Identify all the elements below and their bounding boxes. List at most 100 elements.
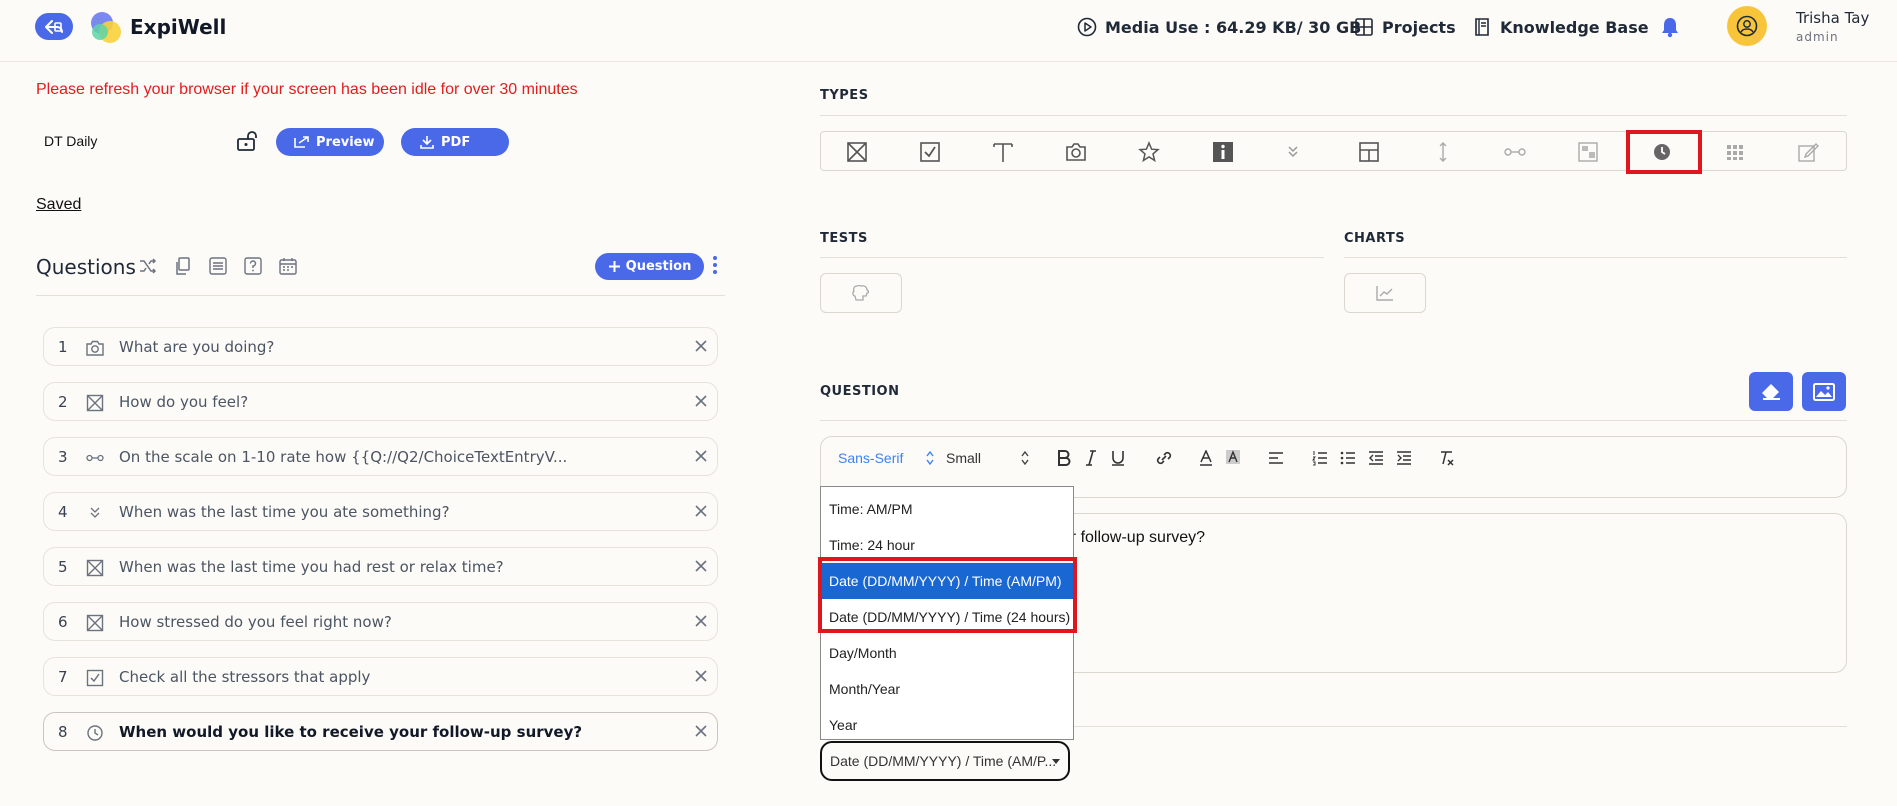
image-icon	[1813, 382, 1835, 401]
insert-image-button[interactable]	[1802, 372, 1846, 411]
checkbox-type-icon[interactable]	[919, 141, 941, 163]
multiple-choice-icon	[86, 559, 104, 577]
grid-icon	[1355, 18, 1373, 36]
delete-question-icon[interactable]	[695, 505, 707, 517]
question-row[interactable]: 8 When would you like to receive your fol…	[43, 712, 718, 751]
plus-icon	[608, 261, 620, 272]
text-type-icon[interactable]	[992, 141, 1014, 163]
delete-question-icon[interactable]	[695, 615, 707, 627]
questions-heading: Questions	[36, 255, 136, 279]
link-icon[interactable]	[1155, 450, 1173, 466]
indent-icon[interactable]	[1396, 450, 1412, 466]
multiple-choice-icon	[86, 394, 104, 412]
charts-divider	[1344, 257, 1847, 258]
checkbox-icon	[86, 669, 104, 687]
bell-icon[interactable]	[1659, 16, 1681, 38]
select-arrow-icon	[1052, 759, 1060, 764]
knowledge-base-link[interactable]: Knowledge Base	[1472, 17, 1649, 37]
unlock-icon[interactable]	[236, 130, 260, 152]
calendar-icon[interactable]	[279, 257, 297, 275]
dropdown-option[interactable]: Month/Year	[821, 671, 1073, 707]
underline-icon[interactable]	[1111, 450, 1125, 466]
edit-type-icon[interactable]	[1797, 141, 1819, 163]
chart-item-button[interactable]	[1344, 273, 1426, 313]
test-item-button[interactable]	[820, 273, 902, 313]
image-grid-type-icon[interactable]	[1577, 141, 1599, 163]
vertical-slider-type-icon[interactable]	[1437, 141, 1449, 163]
download-icon	[420, 136, 434, 149]
pdf-button[interactable]: PDF	[401, 128, 509, 156]
question-row[interactable]: 1 What are you doing?	[43, 327, 718, 366]
matrix-type-icon[interactable]	[1724, 141, 1746, 163]
question-text: When was the last time you had rest or r…	[119, 558, 504, 576]
question-row[interactable]: 2 How do you feel?	[43, 382, 718, 421]
avatar[interactable]	[1727, 6, 1767, 46]
clear-format-button[interactable]	[1749, 372, 1793, 411]
dropdown-option[interactable]: Year	[821, 707, 1073, 743]
list-icon[interactable]	[209, 257, 227, 275]
help-icon[interactable]	[244, 257, 262, 275]
font-size-select[interactable]: Small	[946, 450, 981, 466]
saved-status[interactable]: Saved	[36, 196, 81, 214]
ordered-list-icon[interactable]	[1312, 450, 1328, 466]
info-type-icon[interactable]	[1212, 141, 1234, 163]
delete-question-icon[interactable]	[695, 725, 707, 737]
font-select-arrows-icon	[926, 451, 934, 465]
line-chart-icon	[1376, 286, 1393, 301]
projects-label: Projects	[1382, 17, 1456, 37]
more-options-icon[interactable]	[711, 255, 719, 275]
multiple-choice-type-icon[interactable]	[846, 141, 868, 163]
types-divider	[820, 115, 1847, 116]
back-button[interactable]	[35, 13, 73, 40]
horizontal-slider-type-icon[interactable]	[1504, 145, 1526, 159]
top-header: ExpiWell Media Use : 64.29 KB/ 30 GB Pro…	[0, 0, 1897, 62]
question-row[interactable]: 7 Check all the stressors that apply	[43, 657, 718, 696]
dropdown-option[interactable]: Time: AM/PM	[821, 491, 1073, 527]
dropdown-type-icon[interactable]	[1285, 145, 1301, 159]
preview-button[interactable]: Preview	[276, 128, 384, 156]
bullet-list-icon[interactable]	[1340, 450, 1356, 466]
background-color-icon[interactable]	[1226, 450, 1240, 466]
add-question-label: Question	[625, 259, 692, 274]
font-family-select[interactable]: Sans-Serif	[838, 450, 903, 466]
delete-question-icon[interactable]	[695, 395, 707, 407]
delete-question-icon[interactable]	[695, 340, 707, 352]
question-number: 7	[58, 668, 68, 686]
question-row[interactable]: 4 When was the last time you ate somethin…	[43, 492, 718, 531]
question-row[interactable]: 5 When was the last time you had rest or …	[43, 547, 718, 586]
clock-icon	[86, 724, 104, 742]
brand-name: ExpiWell	[130, 15, 227, 39]
dropdown-option[interactable]: Day/Month	[821, 635, 1073, 671]
question-text: On the scale on 1-10 rate how {{Q://Q2/C…	[119, 448, 568, 466]
question-divider	[820, 420, 1847, 421]
question-number: 2	[58, 393, 68, 411]
shuffle-icon[interactable]	[139, 257, 157, 275]
add-question-button[interactable]: Question	[595, 253, 704, 280]
align-icon[interactable]	[1268, 450, 1284, 466]
italic-icon[interactable]	[1085, 450, 1097, 466]
camera-type-icon[interactable]	[1065, 141, 1087, 163]
star-type-icon[interactable]	[1138, 141, 1160, 163]
eraser-icon	[1762, 383, 1780, 400]
outdent-icon[interactable]	[1368, 450, 1384, 466]
preview-icon	[294, 136, 309, 148]
delete-question-icon[interactable]	[695, 560, 707, 572]
text-color-icon[interactable]	[1199, 450, 1213, 466]
projects-link[interactable]: Projects	[1354, 17, 1456, 37]
copy-icon[interactable]	[174, 257, 192, 275]
question-text: What are you doing?	[119, 338, 275, 356]
expiwell-logo	[91, 12, 121, 43]
clear-formatting-icon[interactable]	[1439, 450, 1455, 466]
question-row[interactable]: 3 On the scale on 1-10 rate how {{Q://Q2/…	[43, 437, 718, 476]
media-use[interactable]: Media Use : 64.29 KB/ 30 GB	[1077, 17, 1361, 37]
question-row[interactable]: 6 How stressed do you feel right now?	[43, 602, 718, 641]
layout-type-icon[interactable]	[1358, 141, 1380, 163]
questions-divider	[36, 295, 725, 296]
bold-icon[interactable]	[1057, 450, 1071, 466]
date-time-format-select[interactable]: Date (DD/MM/YYYY) / Time (AM/P...	[820, 741, 1070, 781]
question-text-content: our follow-up survey?	[1053, 529, 1206, 546]
delete-question-icon[interactable]	[695, 670, 707, 682]
question-text: How stressed do you feel right now?	[119, 613, 392, 631]
size-select-arrows-icon	[1021, 451, 1029, 465]
delete-question-icon[interactable]	[695, 450, 707, 462]
